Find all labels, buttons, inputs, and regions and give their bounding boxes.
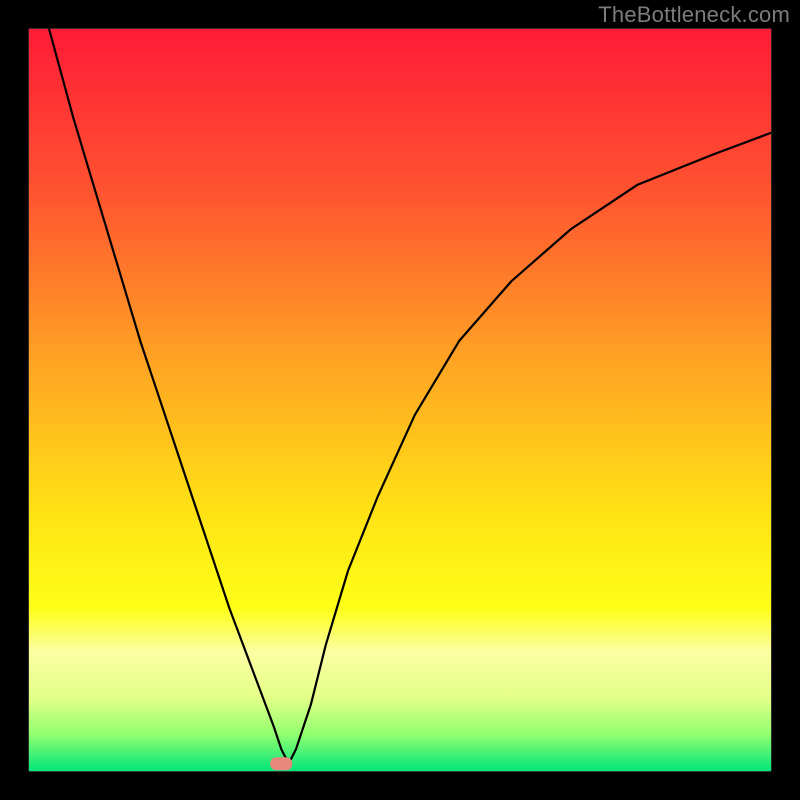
chart-container: TheBottleneck.com (0, 0, 800, 800)
minimum-marker (270, 757, 292, 770)
bottleneck-chart (0, 0, 800, 800)
attribution-text: TheBottleneck.com (598, 2, 790, 28)
gradient-background (29, 29, 771, 771)
